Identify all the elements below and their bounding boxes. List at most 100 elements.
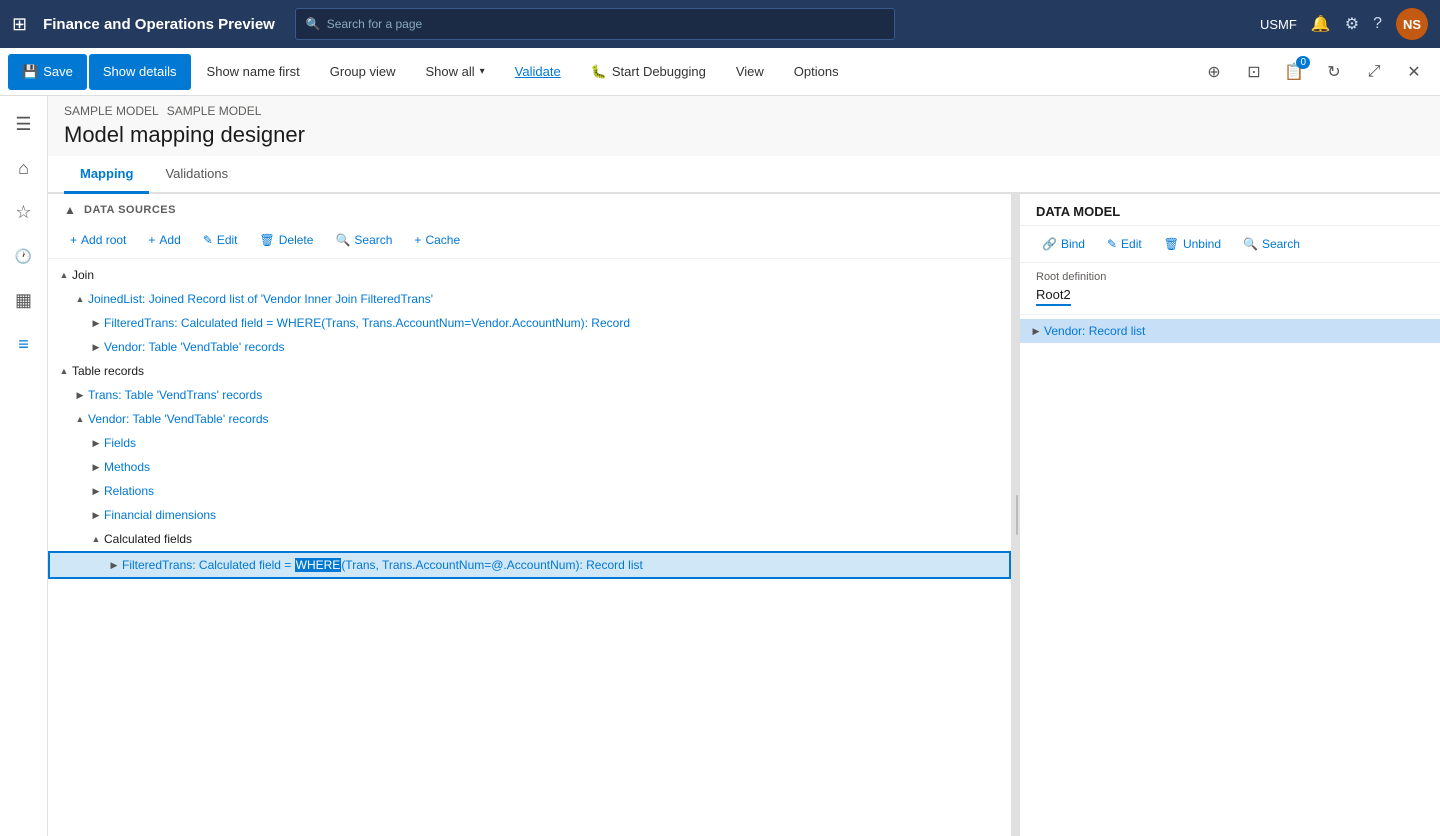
- show-name-first-label: Show name first: [207, 64, 300, 79]
- expander-relations[interactable]: ▶: [88, 483, 104, 499]
- sidebar-item-home[interactable]: ⌂: [4, 148, 44, 188]
- delete-button[interactable]: 🗑 Delete: [250, 226, 324, 254]
- global-search-bar[interactable]: 🔍 Search for a page: [295, 8, 895, 40]
- expander-joinedlist[interactable]: ▲: [72, 291, 88, 307]
- tree-node-methods[interactable]: ▶ Methods: [48, 455, 1011, 479]
- group-view-button[interactable]: Group view: [316, 54, 410, 90]
- node-text-vendor-recordlist: Vendor: Record list: [1044, 324, 1145, 338]
- show-details-button[interactable]: Show details: [89, 54, 191, 90]
- edit-label: Edit: [217, 233, 238, 247]
- hamburger-icon[interactable]: ☰: [4, 104, 44, 144]
- root-definition-value: Root2: [1036, 287, 1071, 306]
- user-avatar[interactable]: NS: [1396, 8, 1428, 40]
- validate-button[interactable]: Validate: [501, 54, 575, 90]
- start-debugging-button[interactable]: 🐛 Start Debugging: [577, 54, 720, 90]
- tree-node-vendor-recordlist[interactable]: ▶ Vendor: Record list: [1020, 319, 1440, 343]
- expander-financialdimensions[interactable]: ▶: [88, 507, 104, 523]
- node-text-joinedlist: JoinedList: Joined Record list of 'Vendo…: [88, 292, 433, 306]
- expander-filteredtrans-1[interactable]: ▶: [88, 315, 104, 331]
- save-button[interactable]: 💾 Save: [8, 54, 87, 90]
- expander-join[interactable]: ▲: [56, 267, 72, 283]
- edit-button[interactable]: ✎ Edit: [193, 226, 248, 254]
- node-text-vendor-2: Vendor: Table 'VendTable' records: [88, 412, 269, 426]
- badge-icon[interactable]: 0 📋: [1276, 54, 1312, 90]
- dm-search-label: Search: [1262, 237, 1300, 251]
- expander-vendor-2[interactable]: ▲: [72, 411, 88, 427]
- tree-node-join[interactable]: ▲ Join: [48, 263, 1011, 287]
- options-button[interactable]: Options: [780, 54, 853, 90]
- dm-edit-button[interactable]: ✎ Edit: [1097, 230, 1152, 258]
- start-debugging-label: Start Debugging: [612, 64, 706, 79]
- expander-tablerecords[interactable]: ▲: [56, 363, 72, 379]
- tree-node-trans[interactable]: ▶ Trans: Table 'VendTrans' records: [48, 383, 1011, 407]
- cache-plus-icon: +: [414, 233, 421, 247]
- tree-node-filteredtrans-1[interactable]: ▶ FilteredTrans: Calculated field = WHER…: [48, 311, 1011, 335]
- search-button[interactable]: 🔍 Search: [325, 226, 402, 254]
- tree-node-relations[interactable]: ▶ Relations: [48, 479, 1011, 503]
- datasources-header: DATA SOURCES: [80, 204, 176, 216]
- tree-node-fields[interactable]: ▶ Fields: [48, 431, 1011, 455]
- top-navigation: ⊞ Finance and Operations Preview 🔍 Searc…: [0, 0, 1440, 48]
- personalize-icon[interactable]: ⊕: [1196, 54, 1232, 90]
- expander-trans[interactable]: ▶: [72, 387, 88, 403]
- add-button[interactable]: + Add: [138, 226, 190, 254]
- root-definition-section: Root definition Root2: [1020, 263, 1440, 315]
- datamodel-toolbar: 🔗 Bind ✎ Edit 🗑 Unbind 🔍 Search: [1020, 226, 1440, 263]
- add-root-button[interactable]: + Add root: [60, 226, 136, 254]
- cache-button[interactable]: + Cache: [404, 226, 470, 254]
- tree-node-tablerecords[interactable]: ▲ Table records: [48, 359, 1011, 383]
- dm-edit-label: Edit: [1121, 237, 1142, 251]
- left-panel-collapse-btn[interactable]: ▲: [60, 200, 80, 220]
- notification-icon[interactable]: 🔔: [1311, 14, 1331, 34]
- datasources-tree: ▲ Join ▲ JoinedList: Joined Record list …: [48, 259, 1011, 836]
- tree-node-vendor-2[interactable]: ▲ Vendor: Table 'VendTable' records: [48, 407, 1011, 431]
- node-text-vendor-1: Vendor: Table 'VendTable' records: [104, 340, 285, 354]
- expander-filteredtrans-highlighted[interactable]: ▶: [106, 557, 122, 573]
- bind-label: Bind: [1061, 237, 1085, 251]
- add-root-plus-icon: +: [70, 233, 77, 247]
- datasources-toolbar: + Add root + Add ✎ Edit 🗑 Delete: [48, 222, 1011, 259]
- grid-icon[interactable]: ⊞: [12, 14, 27, 35]
- dm-search-button[interactable]: 🔍 Search: [1233, 230, 1310, 258]
- show-name-first-button[interactable]: Show name first: [193, 54, 314, 90]
- tab-mapping[interactable]: Mapping: [64, 156, 149, 194]
- expander-vendor-1[interactable]: ▶: [88, 339, 104, 355]
- cache-label: Cache: [425, 233, 460, 247]
- tree-node-filteredtrans-highlighted[interactable]: ▶ FilteredTrans: Calculated field = WHER…: [48, 551, 1011, 579]
- settings-icon[interactable]: ⚙: [1345, 14, 1359, 34]
- help-icon[interactable]: ?: [1373, 15, 1382, 33]
- root-definition-label: Root definition: [1036, 271, 1424, 283]
- sidebar-item-modules[interactable]: ≡: [4, 324, 44, 364]
- tree-node-calculatedfields[interactable]: ▲ Calculated fields: [48, 527, 1011, 551]
- tree-node-vendor-1[interactable]: ▶ Vendor: Table 'VendTable' records: [48, 335, 1011, 359]
- node-text-filteredtrans-1: FilteredTrans: Calculated field = WHERE(…: [104, 316, 630, 330]
- search-magnify-icon: 🔍: [335, 233, 350, 247]
- fullscreen-icon[interactable]: ⊡: [1236, 54, 1272, 90]
- add-label: Add: [159, 233, 180, 247]
- tab-validations[interactable]: Validations: [149, 156, 244, 194]
- expander-vendor-recordlist[interactable]: ▶: [1028, 323, 1044, 339]
- add-root-label: Add root: [81, 233, 126, 247]
- add-plus-icon: +: [148, 233, 155, 247]
- open-external-icon[interactable]: ⤢: [1356, 54, 1392, 90]
- view-button[interactable]: View: [722, 54, 778, 90]
- unbind-button[interactable]: 🗑 Unbind: [1154, 230, 1231, 258]
- node-text-trans: Trans: Table 'VendTrans' records: [88, 388, 262, 402]
- search-icon: 🔍: [306, 17, 321, 31]
- close-icon[interactable]: ✕: [1396, 54, 1432, 90]
- sidebar-item-workspaces[interactable]: ▦: [4, 280, 44, 320]
- tree-node-financialdimensions[interactable]: ▶ Financial dimensions: [48, 503, 1011, 527]
- refresh-icon[interactable]: ↻: [1316, 54, 1352, 90]
- tabs: Mapping Validations: [48, 156, 1440, 194]
- bind-link-icon: 🔗: [1042, 237, 1057, 251]
- tree-node-joinedlist[interactable]: ▲ JoinedList: Joined Record list of 'Ven…: [48, 287, 1011, 311]
- bind-button[interactable]: 🔗 Bind: [1032, 230, 1095, 258]
- show-all-button[interactable]: Show all ▾: [412, 54, 499, 90]
- expander-fields[interactable]: ▶: [88, 435, 104, 451]
- sidebar-item-favorites[interactable]: ☆: [4, 192, 44, 232]
- sidebar-item-recent[interactable]: 🕐: [4, 236, 44, 276]
- breadcrumb: SAMPLE MODEL SAMPLE MODEL: [48, 96, 1440, 118]
- expander-calculatedfields[interactable]: ▲: [88, 531, 104, 547]
- page-title: Model mapping designer: [64, 122, 1424, 148]
- expander-methods[interactable]: ▶: [88, 459, 104, 475]
